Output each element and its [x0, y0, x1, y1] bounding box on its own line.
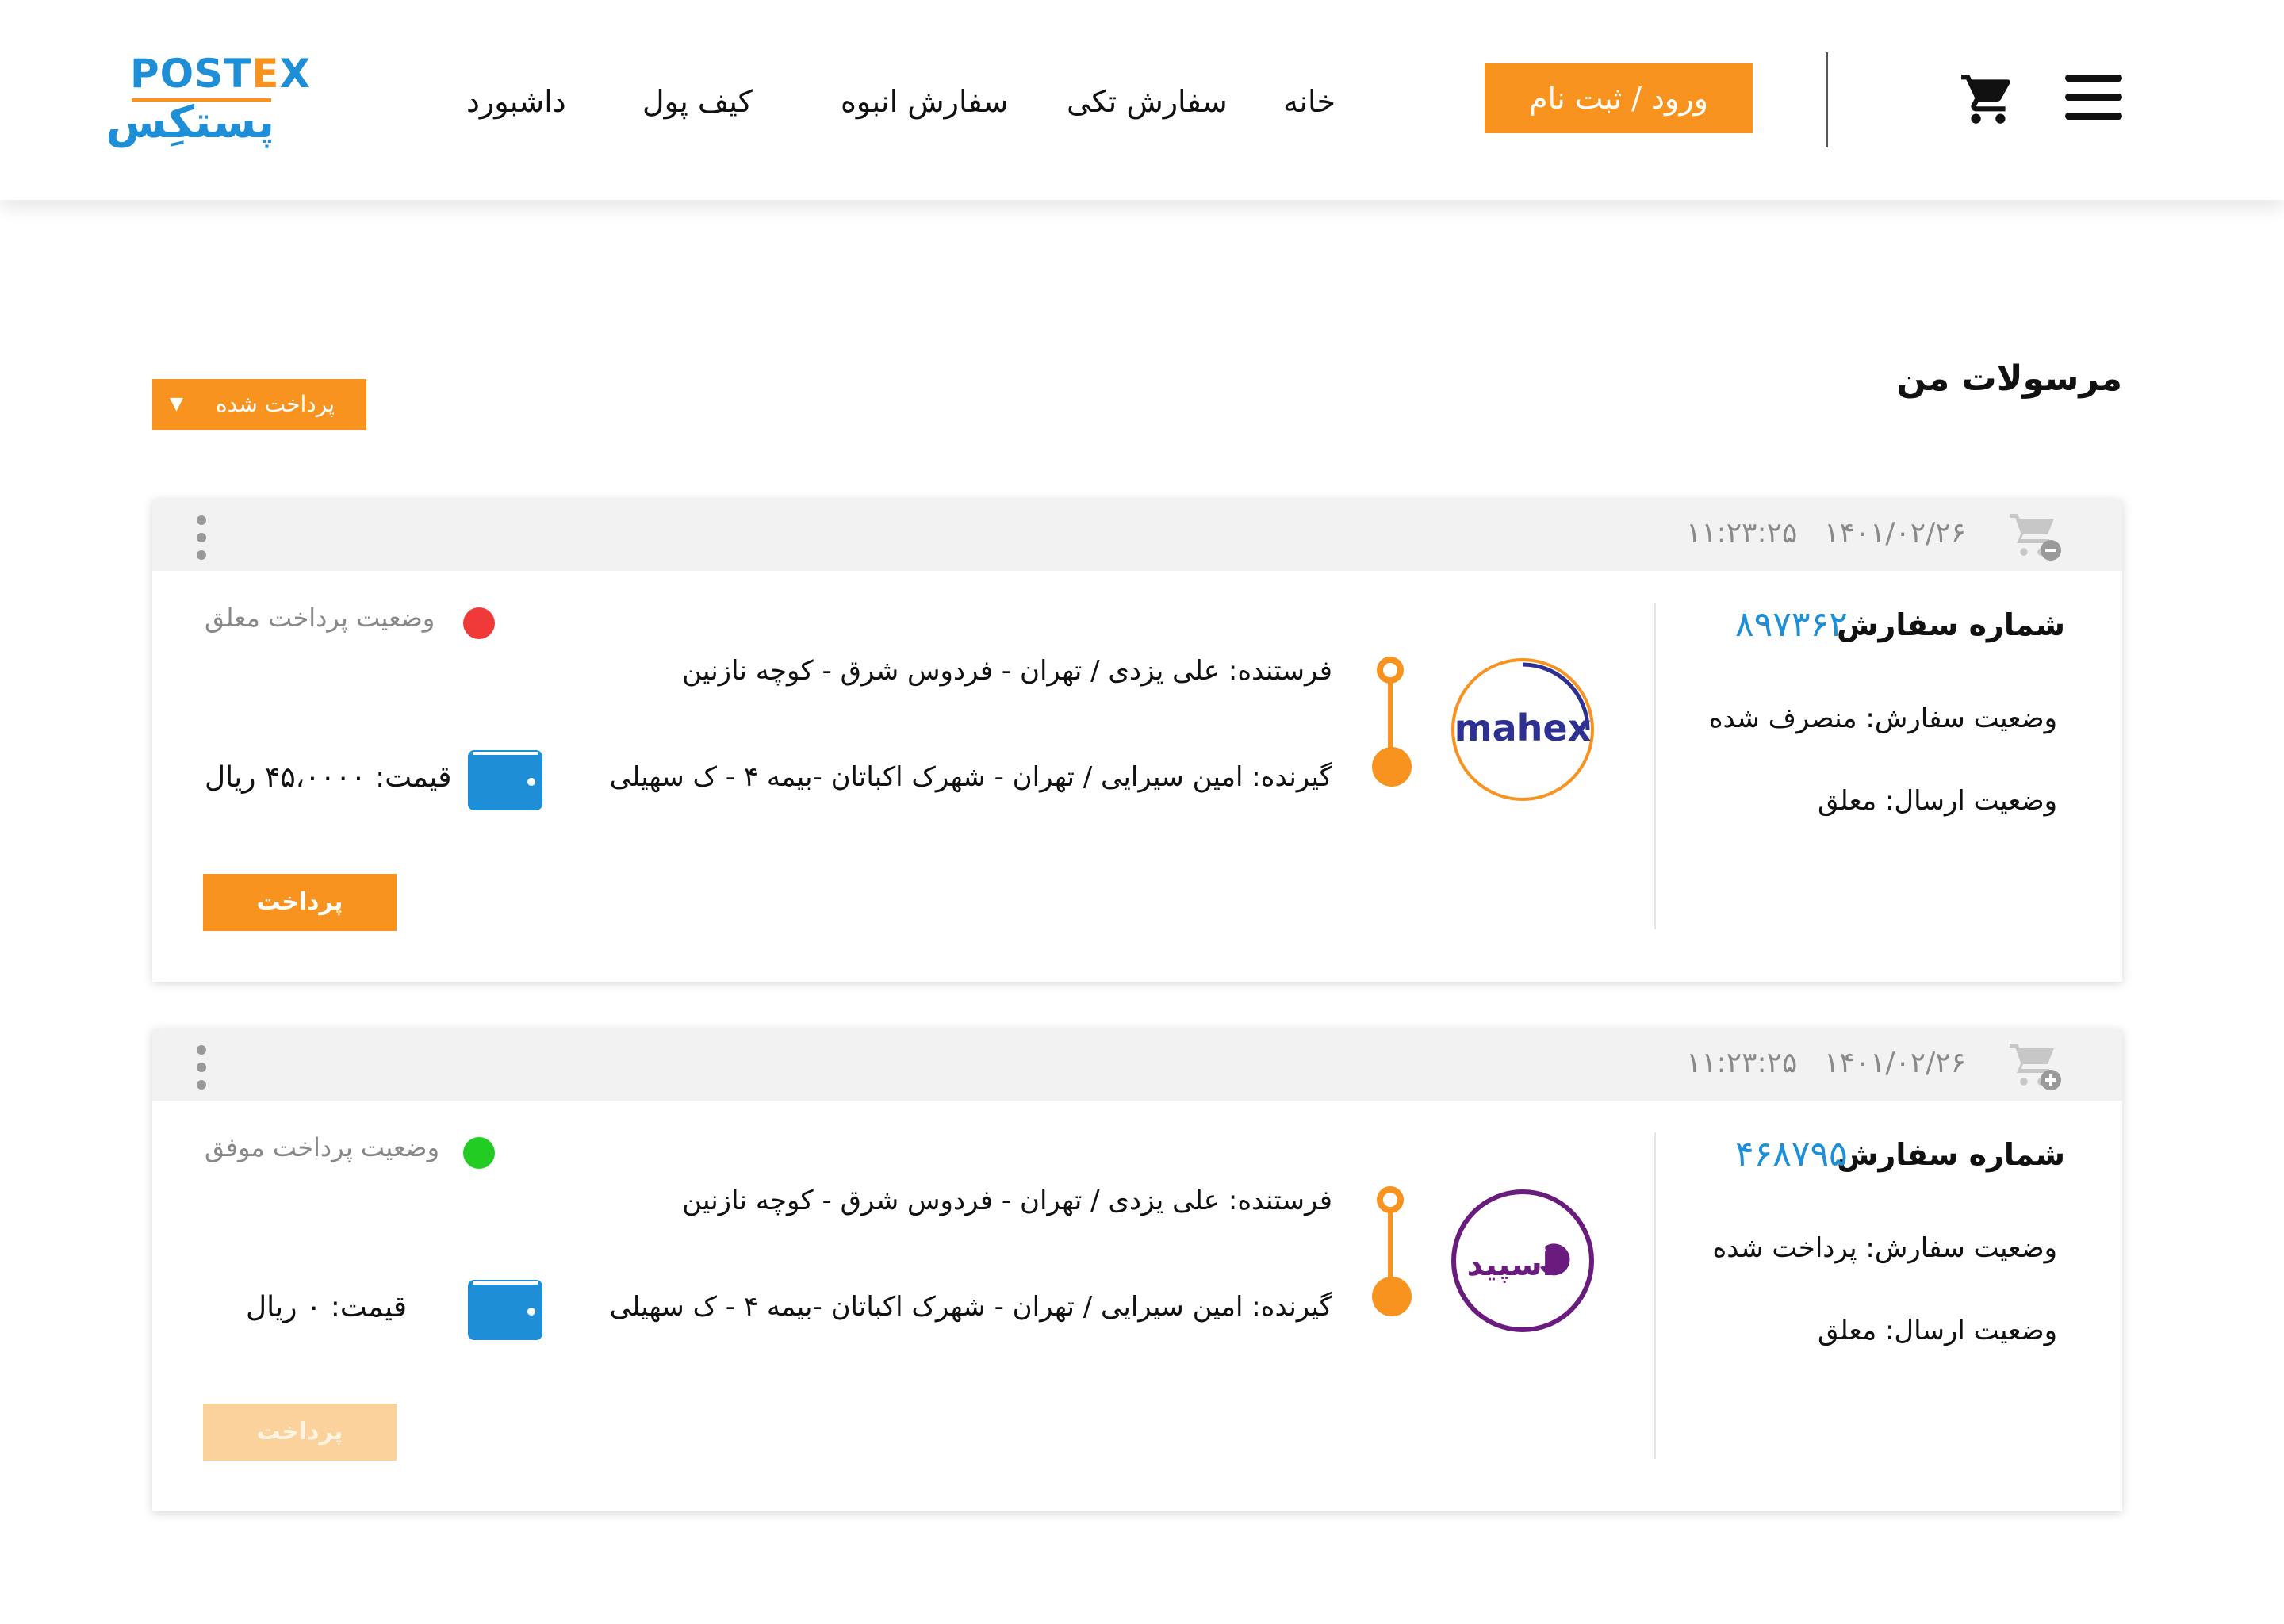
logo-text-x: X: [279, 51, 311, 97]
nav-wallet[interactable]: کیف پول: [642, 78, 753, 125]
order-number: ۸۹۷۳۶۲: [1735, 604, 1848, 645]
carrier-logo-text: اسپید: [1467, 1247, 1554, 1283]
filter-label: پرداخت شده: [215, 391, 335, 417]
order-card-header: ۱۱:۲۳:۲۵ ۱۴۰۱/۰۲/۲۶: [152, 500, 2122, 571]
receiver-address: گیرنده: امین سیرایی / تهران - شهرک اکبات…: [609, 761, 1332, 793]
carrier-logo-mahex: mahex: [1451, 658, 1594, 801]
top-header: ورود / ثبت نام خانه سفارش تکی سفارش انبو…: [0, 0, 2284, 200]
shipping-status: وضعیت ارسال: معلق: [1817, 1315, 2057, 1346]
order-number: ۴۶۸۷۹۵: [1735, 1134, 1848, 1174]
order-time: ۱۱:۲۳:۲۵: [1686, 517, 1798, 550]
sender-address: فرستنده: علی یزدی / تهران - فردوس شرق - …: [682, 655, 1332, 687]
order-card: ۱۱:۲۳:۲۵ ۱۴۰۱/۰۲/۲۶ شماره سفارش ۸۹۷۳۶۲ و…: [152, 500, 2122, 982]
payment-status: وضعیت پرداخت معلق: [205, 603, 435, 633]
order-card: ۱۱:۲۳:۲۵ ۱۴۰۱/۰۲/۲۶ شماره سفارش ۴۶۸۷۹۵ و…: [152, 1029, 2122, 1511]
logo-text-e: E: [251, 51, 280, 97]
carrier-logo-speed: اسپید: [1451, 1189, 1594, 1332]
order-status: وضعیت سفارش: منصرف شده: [1708, 703, 2057, 734]
carrier-logo-text: mahex: [1454, 707, 1591, 749]
order-status: وضعیت سفارش: پرداخت شده: [1712, 1232, 2057, 1264]
payment-status: وضعیت پرداخت موفق: [205, 1132, 440, 1162]
price: قیمت: ۰ ریال: [246, 1291, 408, 1323]
cart-remove-icon: [2006, 509, 2064, 565]
page-title: مرسولات من: [1896, 358, 2122, 399]
more-options-icon[interactable]: [194, 515, 209, 560]
order-date: ۱۴۰۱/۰۲/۲۶: [1824, 1047, 1966, 1079]
shipping-status: وضعیت ارسال: معلق: [1817, 785, 2057, 817]
nav-dashboard[interactable]: داشبورد: [466, 78, 566, 125]
header-divider: [1826, 52, 1828, 147]
wallet-icon: [468, 750, 542, 810]
pay-button-disabled: پرداخت: [203, 1404, 397, 1461]
receiver-address: گیرنده: امین سیرایی / تهران - شهرک اکبات…: [609, 1291, 1332, 1323]
sender-point-icon: [1377, 1186, 1404, 1213]
payment-filter-dropdown[interactable]: پرداخت شده ▼: [152, 379, 366, 430]
nav-bulk-order[interactable]: سفارش انبوه: [841, 78, 1009, 125]
chevron-down-icon: ▼: [170, 394, 183, 414]
payment-status-dot: [463, 1137, 495, 1169]
order-number-label: شماره سفارش: [1837, 1137, 2065, 1172]
receiver-point-icon: [1372, 747, 1412, 787]
card-divider: [1654, 603, 1656, 929]
sender-address: فرستنده: علی یزدی / تهران - فردوس شرق - …: [682, 1185, 1332, 1216]
order-number-label: شماره سفارش: [1837, 607, 2065, 642]
logo-persian-text: پستکِس: [105, 97, 274, 148]
price: قیمت: ۴۵،۰۰۰۰ ریال: [205, 761, 452, 794]
cart-add-icon: [2006, 1039, 2064, 1094]
hamburger-menu-icon[interactable]: [2065, 75, 2122, 121]
wallet-icon: [468, 1280, 542, 1340]
pay-button[interactable]: پرداخت: [203, 874, 397, 931]
shopping-cart-icon[interactable]: [1959, 70, 2018, 128]
nav-single-order[interactable]: سفارش تکی: [1067, 78, 1228, 125]
more-options-icon[interactable]: [194, 1045, 209, 1090]
payment-status-dot: [463, 607, 495, 639]
order-card-header: ۱۱:۲۳:۲۵ ۱۴۰۱/۰۲/۲۶: [152, 1029, 2122, 1101]
order-time: ۱۱:۲۳:۲۵: [1686, 1047, 1798, 1079]
login-register-button[interactable]: ورود / ثبت نام: [1485, 63, 1753, 133]
card-divider: [1654, 1132, 1656, 1459]
nav-home[interactable]: خانه: [1283, 78, 1336, 125]
logo[interactable]: POSTEX: [130, 51, 311, 97]
sender-point-icon: [1377, 657, 1404, 684]
receiver-point-icon: [1372, 1277, 1412, 1316]
logo-text-post: POST: [130, 51, 252, 97]
order-date: ۱۴۰۱/۰۲/۲۶: [1824, 517, 1966, 550]
